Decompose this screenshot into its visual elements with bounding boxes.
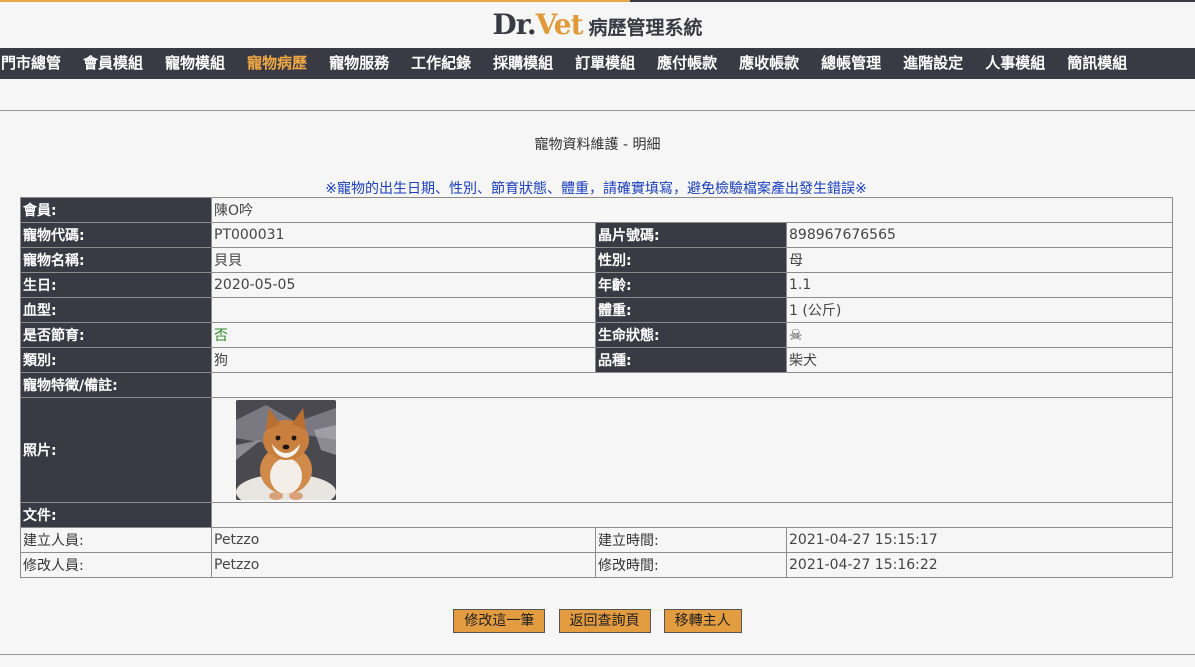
header: Dr. Vet 病歷管理系統 [0, 8, 1195, 41]
photo-label: 照片: [20, 397, 212, 503]
row-neutered: 是否節育: 否 生命狀態: ☠ [20, 322, 1174, 348]
nav-item-1[interactable]: 會員模組 [72, 48, 154, 79]
type-value: 狗 [211, 347, 596, 373]
modified-time-label: 修改時間: [595, 552, 787, 578]
nav-item-5[interactable]: 工作紀錄 [400, 48, 482, 79]
nav-item-3[interactable]: 寵物病歷 [236, 48, 318, 79]
nav-item-0[interactable]: 門市總管 [0, 48, 72, 79]
nav-item-12[interactable]: 人事模組 [974, 48, 1056, 79]
transfer-owner-button[interactable]: 移轉主人 [663, 609, 742, 633]
chip-label: 晶片號碼: [595, 222, 787, 248]
breed-label: 品種: [595, 347, 787, 373]
nav-item-2[interactable]: 寵物模組 [154, 48, 236, 79]
row-created: 建立人員: Petzzo 建立時間: 2021-04-27 15:15:17 [20, 527, 1174, 553]
life-label: 生命狀態: [595, 322, 787, 348]
name-label: 寵物名稱: [20, 247, 212, 273]
birth-value: 2020-05-05 [211, 272, 596, 298]
docs-label: 文件: [20, 502, 212, 528]
neutered-value: 否 [211, 322, 596, 348]
docs-value [210, 502, 1174, 528]
member-value: 陳O吟 [210, 197, 1174, 223]
nav-item-9[interactable]: 應收帳款 [728, 48, 810, 79]
action-buttons: 修改這一筆 返回查詢頁 移轉主人 [0, 609, 1195, 633]
birth-label: 生日: [20, 272, 212, 298]
logo-vet: Vet [535, 8, 584, 41]
created-time-label: 建立時間: [595, 527, 787, 553]
blood-value [211, 297, 596, 323]
top-border-accent [0, 0, 630, 2]
member-label: 會員: [20, 197, 212, 223]
created-by-label: 建立人員: [20, 527, 212, 553]
row-modified: 修改人員: Petzzo 修改時間: 2021-04-27 15:16:22 [20, 552, 1174, 578]
row-docs: 文件: [20, 502, 1174, 528]
system-title: 病歷管理系統 [588, 17, 703, 39]
nav-item-13[interactable]: 簡訊模組 [1056, 48, 1138, 79]
nav-item-4[interactable]: 寵物服務 [318, 48, 400, 79]
created-time-value: 2021-04-27 15:15:17 [785, 527, 1174, 553]
notes-value [210, 372, 1174, 398]
name-value: 貝貝 [211, 247, 596, 273]
weight-label: 體重: [595, 297, 787, 323]
pet-detail-table: 會員: 陳O吟 寵物代碼: PT000031 晶片號碼: 89896767656… [20, 197, 1174, 578]
modified-by-value: Petzzo [211, 552, 596, 578]
photo-cell [210, 397, 1174, 503]
logo[interactable]: Dr. Vet 病歷管理系統 [492, 8, 702, 41]
main-nav: 門市總管 會員模組 寵物模組 寵物病歷 寵物服務 工作紀錄 採購模組 訂單模組 應付帳款 應收帳款… [0, 48, 1195, 79]
code-label: 寵物代碼: [20, 222, 212, 248]
back-to-search-button[interactable]: 返回查詢頁 [558, 609, 651, 633]
row-type: 類別: 狗 品種: 柴犬 [20, 347, 1174, 373]
gender-label: 性別: [595, 247, 787, 273]
notes-label: 寵物特徵/備註: [20, 372, 212, 398]
logo-dr: Dr. [492, 8, 536, 41]
age-label: 年齡: [595, 272, 787, 298]
age-value: 1.1 [785, 272, 1174, 298]
modified-by-label: 修改人員: [20, 552, 212, 578]
shiba-photo-image [236, 400, 336, 500]
blood-label: 血型: [20, 297, 212, 323]
life-value: ☠ [785, 322, 1174, 348]
row-member: 會員: 陳O吟 [20, 197, 1174, 223]
page-title: 寵物資料維護 - 明細 [534, 137, 661, 153]
neutered-label: 是否節育: [20, 322, 212, 348]
divider [0, 110, 1195, 111]
skull-crossbones-icon: ☠ [789, 326, 803, 344]
row-code: 寵物代碼: PT000031 晶片號碼: 898967676565 [20, 222, 1174, 248]
nav-item-11[interactable]: 進階設定 [892, 48, 974, 79]
row-notes: 寵物特徵/備註: [20, 372, 1174, 398]
chip-value: 898967676565 [785, 222, 1174, 248]
breed-value: 柴犬 [785, 347, 1174, 373]
nav-item-10[interactable]: 總帳管理 [810, 48, 892, 79]
bottom-divider [0, 654, 1195, 655]
created-by-value: Petzzo [211, 527, 596, 553]
nav-item-8[interactable]: 應付帳款 [646, 48, 728, 79]
weight-value: 1 (公斤) [785, 297, 1174, 323]
code-value: PT000031 [211, 222, 596, 248]
row-name: 寵物名稱: 貝貝 性別: 母 [20, 247, 1174, 273]
edit-button[interactable]: 修改這一筆 [453, 609, 546, 633]
nav-item-7[interactable]: 訂單模組 [564, 48, 646, 79]
pet-photo[interactable] [236, 400, 336, 500]
type-label: 類別: [20, 347, 212, 373]
gender-value: 母 [785, 247, 1174, 273]
row-photo: 照片: [20, 397, 1174, 503]
row-blood: 血型: 體重: 1 (公斤) [20, 297, 1174, 323]
modified-time-value: 2021-04-27 15:16:22 [785, 552, 1174, 578]
notice-text: ※寵物的出生日期、性別、節育狀態、體重，請確實填寫，避免檢驗檔案產出發生錯誤※ [325, 181, 867, 197]
nav-item-6[interactable]: 採購模組 [482, 48, 564, 79]
row-birth: 生日: 2020-05-05 年齡: 1.1 [20, 272, 1174, 298]
